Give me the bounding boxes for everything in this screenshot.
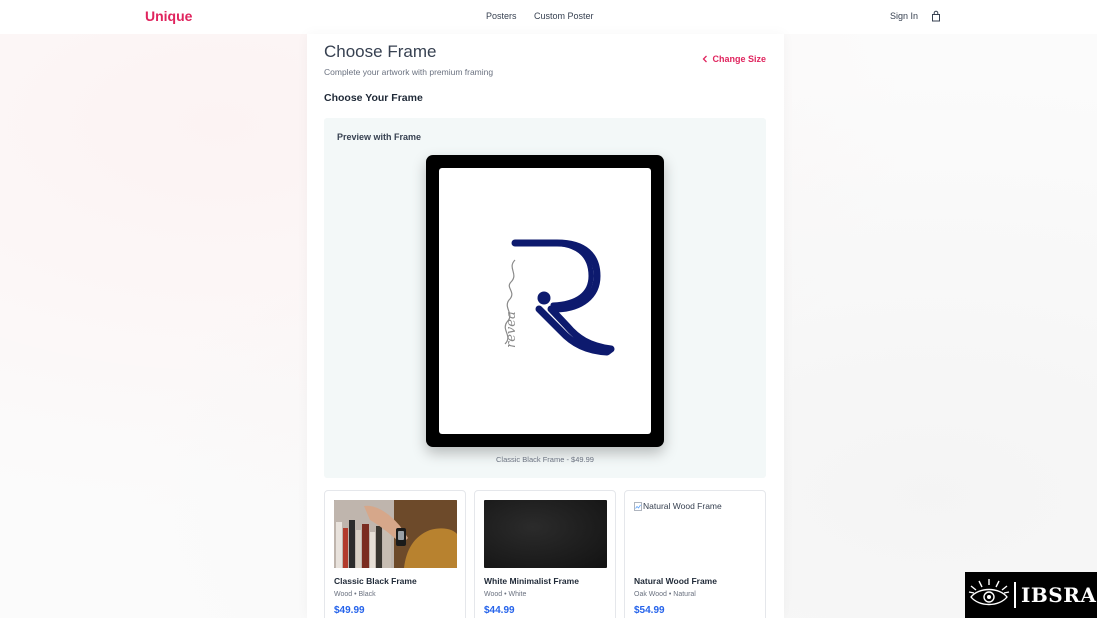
preview-title: Preview with Frame: [337, 132, 422, 142]
frame-option-classic-black[interactable]: Classic Black Frame Wood • Black $49.99: [324, 490, 466, 618]
section-title: Choose Your Frame: [324, 92, 423, 104]
preview-artwork: revea: [439, 168, 651, 434]
watermark-divider: [1014, 582, 1016, 608]
chevron-left-icon: [703, 55, 708, 63]
sign-in-link[interactable]: Sign In: [890, 11, 918, 21]
shopping-bag-icon[interactable]: [931, 10, 941, 22]
frame-option-price: $49.99: [334, 605, 365, 616]
change-size-label: Change Size: [712, 54, 766, 64]
image-alt-text: Natural Wood Frame: [643, 501, 722, 511]
preview-frame: revea: [426, 155, 664, 447]
broken-image-icon: [634, 501, 642, 511]
nav-link-custom-poster[interactable]: Custom Poster: [534, 11, 594, 21]
frame-option-meta: Wood • White: [484, 591, 527, 598]
artwork-logo-image: revea: [504, 239, 615, 356]
nav-link-posters[interactable]: Posters: [486, 11, 517, 21]
brand-logo[interactable]: Unique: [145, 8, 192, 24]
choose-frame-card: Choose Frame Complete your artwork with …: [307, 34, 784, 618]
frame-options-list: Classic Black Frame Wood • Black $49.99 …: [324, 490, 766, 618]
frame-option-price: $54.99: [634, 605, 665, 616]
frame-option-white-minimalist[interactable]: White Minimalist Frame Wood • White $44.…: [474, 490, 616, 618]
frame-option-natural-wood[interactable]: Natural Wood Frame Natural Wood Frame Oa…: [624, 490, 766, 618]
frame-option-image: [484, 500, 607, 568]
frame-option-price: $44.99: [484, 605, 515, 616]
frame-preview-panel: Preview with Frame revea Classic Black F…: [324, 118, 766, 478]
change-size-button[interactable]: Change Size: [702, 54, 766, 64]
frame-option-meta: Wood • Black: [334, 591, 376, 598]
frame-option-meta: Oak Wood • Natural: [634, 591, 696, 598]
preview-caption: Classic Black Frame - $49.99: [496, 455, 594, 464]
eye-icon: [968, 579, 1010, 606]
page-subtitle: Complete your artwork with premium frami…: [324, 67, 494, 77]
frame-option-image-broken: Natural Wood Frame: [634, 501, 722, 511]
svg-text:revea: revea: [504, 311, 519, 348]
frame-option-name: White Minimalist Frame: [484, 576, 579, 586]
watermark-text: IBSRA: [1021, 583, 1097, 607]
frame-option-image: [334, 500, 457, 568]
page-title: Choose Frame: [324, 42, 437, 61]
top-navbar: Unique Posters Custom Poster Sign In: [0, 0, 1097, 34]
watermark-logo: IBSRA: [965, 572, 1097, 618]
frame-option-name: Natural Wood Frame: [634, 576, 717, 586]
frame-option-name: Classic Black Frame: [334, 576, 417, 586]
